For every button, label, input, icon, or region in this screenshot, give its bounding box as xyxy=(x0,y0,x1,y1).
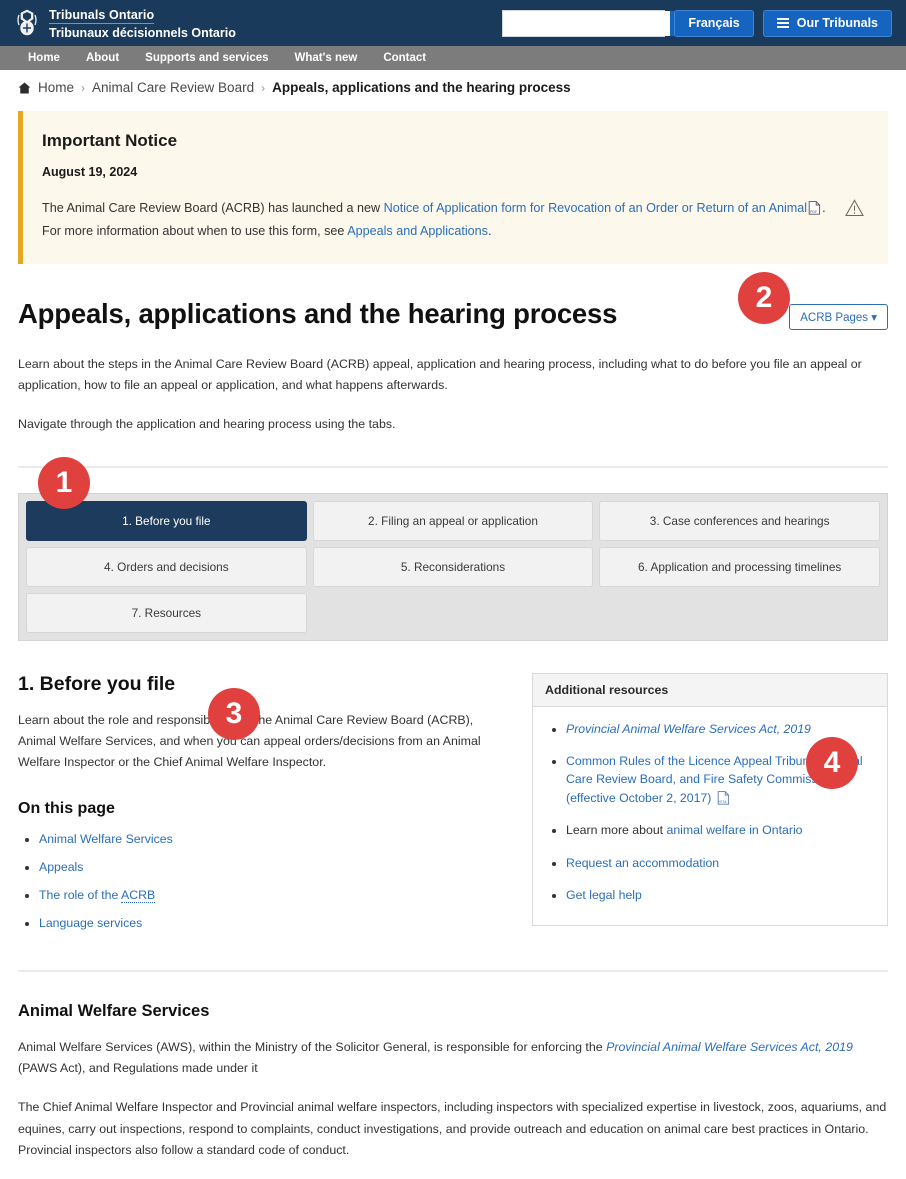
list-item: Animal Welfare Services xyxy=(39,832,510,846)
breadcrumb-separator: › xyxy=(261,80,266,95)
aws-paragraph-1: Animal Welfare Services (AWS), within th… xyxy=(18,1037,888,1080)
additional-resources-heading: Additional resources xyxy=(533,673,887,707)
brand-text: Tribunals Ontario Tribunaux décisionnels… xyxy=(49,6,236,41)
breadcrumb-item-current: Appeals, applications and the hearing pr… xyxy=(272,80,571,95)
our-tribunals-button[interactable]: Our Tribunals xyxy=(762,9,892,37)
tab-3-case-conferences-and-hearings[interactable]: 3. Case conferences and hearings xyxy=(599,500,880,541)
list-item: Common Rules of the Licence Appeal Tribu… xyxy=(566,752,875,807)
notice-body-part1: The Animal Care Review Board (ACRB) has … xyxy=(42,201,384,215)
search-box[interactable] xyxy=(502,9,698,37)
tab-4-orders-and-decisions[interactable]: 4. Orders and decisions xyxy=(26,546,307,587)
list-item: Appeals xyxy=(39,860,510,874)
our-tribunals-label: Our Tribunals xyxy=(796,16,878,30)
on-this-page-heading: On this page xyxy=(18,799,115,817)
svg-text:HTML: HTML xyxy=(718,800,727,804)
animal-welfare-services-section: Animal Welfare Services Animal Welfare S… xyxy=(18,1002,888,1162)
page-content: Important Notice August 19, 2024 The Ani… xyxy=(0,111,906,1161)
resource-link-animal-welfare-in-ontario[interactable]: animal welfare in Ontario xyxy=(667,823,803,837)
acrb-pages-label: ACRB Pages xyxy=(800,311,869,324)
site-header: Tribunals Ontario Tribunaux décisionnels… xyxy=(0,0,906,46)
site-brand[interactable]: Tribunals Ontario Tribunaux décisionnels… xyxy=(14,6,236,41)
tab-1-before-you-file[interactable]: 1. Before you file xyxy=(26,500,307,541)
additional-resources-box: Additional resources Provincial Animal W… xyxy=(532,672,888,926)
breadcrumb-item-home[interactable]: Home xyxy=(38,80,74,95)
main-navigation: Home About Supports and services What's … xyxy=(0,46,906,70)
divider-above-tabs xyxy=(18,465,888,468)
hamburger-icon xyxy=(776,18,789,28)
main-column: 1. Before you file Learn about the role … xyxy=(18,673,510,944)
list-item: The role of the ACRB xyxy=(39,887,510,903)
aws-link-paws-act[interactable]: Provincial Animal Welfare Services Act, … xyxy=(606,1040,853,1054)
resource-link-get-legal-help[interactable]: Get legal help xyxy=(566,888,642,902)
intro-paragraph-1: Learn about the steps in the Animal Care… xyxy=(18,356,862,392)
tab-7-resources[interactable]: 7. Resources xyxy=(26,592,307,633)
otp-link-role-of-the-acrb[interactable]: The role of the ACRB xyxy=(39,887,156,903)
nav-item-home[interactable]: Home xyxy=(24,52,73,64)
brand-name-fr: Tribunaux décisionnels Ontario xyxy=(49,25,236,40)
content-columns: 1. Before you file Learn about the role … xyxy=(18,672,888,944)
list-item: Language services xyxy=(39,916,510,930)
pdf-file-icon: PDF xyxy=(808,201,821,215)
aws-p1-post: (PAWS Act), and Regulations made under i… xyxy=(18,1060,258,1075)
list-item: Get legal help xyxy=(566,886,875,904)
list-item: Request an accommodation xyxy=(566,854,875,872)
on-this-page-list: Animal Welfare Services Appeals The role… xyxy=(18,832,510,930)
chevron-down-icon: ▾ xyxy=(871,311,877,324)
notice-link-appeals-applications[interactable]: Appeals and Applications xyxy=(347,224,488,238)
header-actions: Français Our Tribunals xyxy=(502,9,892,37)
nav-item-contact[interactable]: Contact xyxy=(370,52,439,64)
section-lead-text: Learn about the role and responsibilitie… xyxy=(18,712,481,770)
additional-resources-body: Provincial Animal Welfare Services Act, … xyxy=(533,707,887,925)
notice-link-application-form[interactable]: Notice of Application form for Revocatio… xyxy=(384,201,808,215)
breadcrumb-separator: › xyxy=(81,80,86,95)
warning-triangle-icon xyxy=(845,199,864,217)
aws-heading: Animal Welfare Services xyxy=(18,1001,210,1020)
intro-paragraph-2: Navigate through the application and hea… xyxy=(18,417,396,432)
notice-date: August 19, 2024 xyxy=(42,165,138,179)
important-notice-banner: Important Notice August 19, 2024 The Ani… xyxy=(18,111,888,264)
otp-link-appeals[interactable]: Appeals xyxy=(39,860,83,874)
html-file-icon: HTML xyxy=(717,791,729,805)
nav-item-whats-new[interactable]: What's new xyxy=(282,52,371,64)
page-title-row: Appeals, applications and the hearing pr… xyxy=(18,298,888,330)
search-input[interactable] xyxy=(503,10,671,36)
notice-body: The Animal Care Review Board (ACRB) has … xyxy=(42,197,832,244)
page-intro: Learn about the steps in the Animal Care… xyxy=(18,354,888,436)
notice-body-part3: . xyxy=(487,224,492,239)
tab-5-reconsiderations[interactable]: 5. Reconsiderations xyxy=(312,546,594,587)
nav-item-about[interactable]: About xyxy=(73,52,132,64)
divider-below-columns xyxy=(18,969,888,972)
list-item: Provincial Animal Welfare Services Act, … xyxy=(566,720,875,738)
breadcrumb-item-acrb[interactable]: Animal Care Review Board xyxy=(92,80,254,95)
aws-p1-pre: Animal Welfare Services (AWS), within th… xyxy=(18,1039,607,1054)
page-root: Tribunals Ontario Tribunaux décisionnels… xyxy=(0,0,906,1161)
side-column: Additional resources Provincial Animal W… xyxy=(532,672,888,926)
brand-name-en: Tribunals Ontario xyxy=(49,8,155,25)
otp-link-language-services[interactable]: Language services xyxy=(39,916,142,930)
tab-2-filing-an-appeal-or-application[interactable]: 2. Filing an appeal or application xyxy=(312,500,594,541)
resource-link-request-accommodation[interactable]: Request an accommodation xyxy=(566,856,719,870)
notice-title: Important Notice xyxy=(42,131,178,150)
page-title: Appeals, applications and the hearing pr… xyxy=(18,297,618,329)
home-icon xyxy=(18,82,31,93)
process-step-tabs: 1. Before you file 2. Filing an appeal o… xyxy=(18,492,888,641)
breadcrumb: Home › Animal Care Review Board › Appeal… xyxy=(0,70,906,105)
svg-text:PDF: PDF xyxy=(810,210,818,214)
list-item: Learn more about animal welfare in Ontar… xyxy=(566,821,875,839)
tab-6-application-and-processing-timelines[interactable]: 6. Application and processing timelines xyxy=(599,546,880,587)
language-toggle-button[interactable]: Français xyxy=(674,9,754,37)
section-heading: 1. Before you file xyxy=(18,672,176,695)
nav-item-supports-and-services[interactable]: Supports and services xyxy=(132,52,281,64)
resource-link-common-rules[interactable]: Common Rules of the Licence Appeal Tribu… xyxy=(566,754,863,805)
otp-link-prefix: The role of the xyxy=(39,887,122,902)
additional-resources-list: Provincial Animal Welfare Services Act, … xyxy=(545,720,875,905)
language-toggle-label: Français xyxy=(688,16,740,30)
acrb-abbreviation: ACRB xyxy=(121,887,156,903)
otp-link-animal-welfare-services[interactable]: Animal Welfare Services xyxy=(39,832,173,846)
acrb-pages-dropdown-button[interactable]: ACRB Pages ▾ xyxy=(789,303,888,330)
resource-link-paws-act[interactable]: Provincial Animal Welfare Services Act, … xyxy=(566,722,811,736)
aws-paragraph-2: The Chief Animal Welfare Inspector and P… xyxy=(18,1100,887,1157)
resource-text-prefix: Learn more about xyxy=(566,823,667,838)
ontario-coat-of-arms-icon xyxy=(15,9,39,37)
